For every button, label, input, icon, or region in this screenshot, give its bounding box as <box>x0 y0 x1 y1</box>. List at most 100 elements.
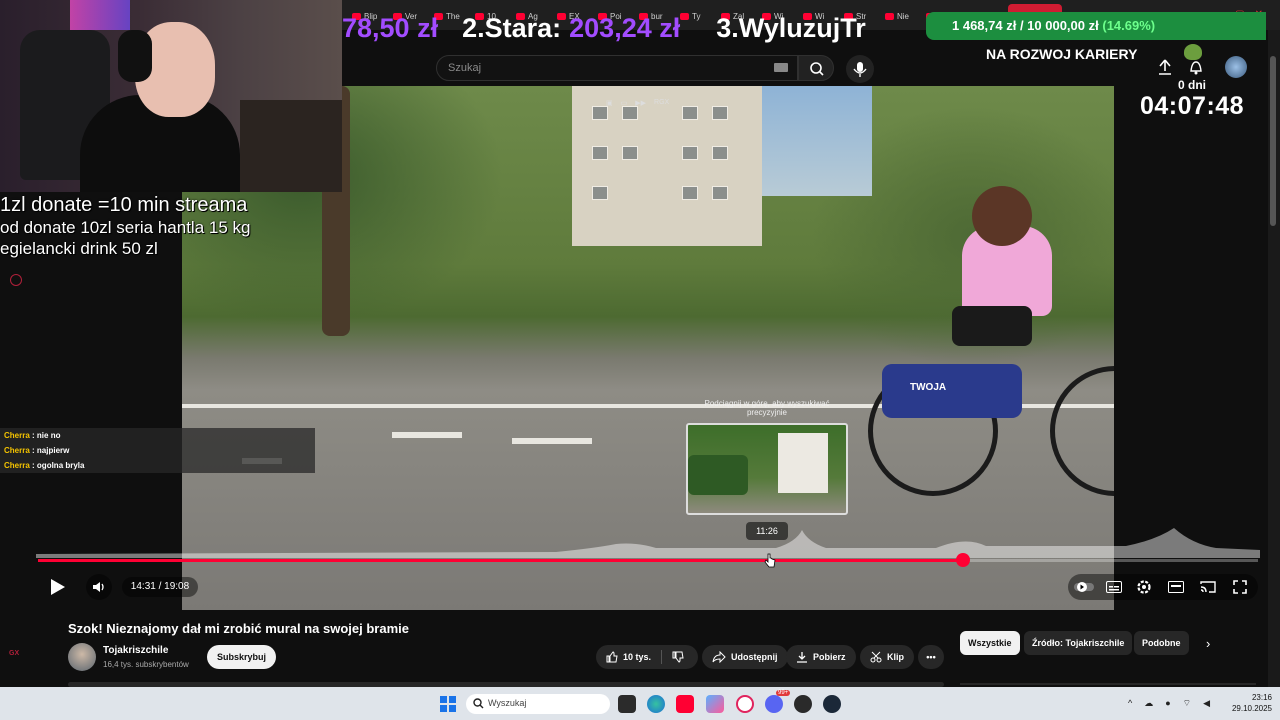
fullscreen-button[interactable] <box>1230 577 1250 597</box>
bike-panel: TWOJA <box>882 364 1022 418</box>
chip-related[interactable]: Podobne <box>1134 631 1189 655</box>
channel-avatar[interactable] <box>68 643 96 671</box>
autoplay-icon <box>1074 582 1094 592</box>
more-icon: ••• <box>926 652 936 662</box>
seek-hint: Podciągnij w górę, aby wyszukiwać precyz… <box>704 399 830 417</box>
theater-icon[interactable]: ▭ <box>621 99 628 111</box>
share-icon <box>712 651 726 663</box>
opera-gx-icon[interactable] <box>736 695 754 713</box>
chat-text: : nie no <box>32 431 61 440</box>
rgx-label: RGX <box>654 99 670 106</box>
ranking-2-label: 2.Stara: <box>462 12 562 43</box>
share-button[interactable]: Udostępnij <box>702 645 788 669</box>
subscriber-count: 16,4 tys. subskrybentów <box>103 660 189 669</box>
settings-overlay-icon <box>10 274 22 286</box>
goal-amount: 1 468,74 zł / 10 000,00 zł <box>952 18 1099 33</box>
more-actions-button[interactable]: ••• <box>918 645 944 669</box>
play-icon <box>51 579 65 595</box>
chip-all[interactable]: Wszystkie <box>960 631 1020 655</box>
upload-icon[interactable] <box>1157 58 1173 76</box>
play-button[interactable] <box>44 574 70 600</box>
progress-scrubber[interactable] <box>956 553 970 567</box>
youtube-app-icon[interactable] <box>676 695 694 713</box>
notifications-icon[interactable] <box>1188 58 1204 76</box>
mic-tray-icon[interactable]: ● <box>1165 698 1170 709</box>
subtitles-button[interactable] <box>1104 577 1124 597</box>
stream-timer: 04:07:48 <box>1140 92 1245 120</box>
steam-icon[interactable] <box>823 695 841 713</box>
search-button[interactable] <box>798 55 834 81</box>
ranking-3-label: 3.WyluzujTr <box>716 12 866 43</box>
mic-icon <box>853 62 867 77</box>
seek-preview-thumbnail <box>686 423 848 515</box>
dislike-button[interactable] <box>672 651 684 663</box>
chips-next-icon[interactable]: › <box>1206 636 1210 651</box>
player-right-controls <box>1068 574 1258 600</box>
taskbar-search[interactable]: Wyszukaj <box>466 694 610 714</box>
autoplay-toggle[interactable] <box>1074 577 1094 597</box>
system-tray: ^ ☁ ● ⌔ ◀ <box>1128 698 1210 709</box>
chevron-up-icon[interactable]: ^ <box>1128 698 1132 709</box>
heatmap-waveform <box>36 528 1260 558</box>
logo-icon: GX <box>9 650 20 657</box>
chat-message: Cherra : najpierw <box>0 443 315 458</box>
pepe-emote-icon <box>1184 44 1202 60</box>
miniplayer-icon <box>1168 581 1184 593</box>
volume-button[interactable] <box>86 574 112 600</box>
task-view-icon[interactable] <box>618 695 636 713</box>
miniplayer-button[interactable] <box>1166 577 1186 597</box>
snipping-icon[interactable] <box>706 695 724 713</box>
gear-icon <box>1137 580 1151 594</box>
fullscreen-icon <box>1233 580 1247 594</box>
taskbar-search-icon <box>473 698 484 709</box>
settings-button[interactable] <box>1134 577 1154 597</box>
speaker-icon[interactable]: ◀ <box>1203 698 1210 709</box>
clock-time: 23:16 <box>1251 693 1272 702</box>
windows-start-icon[interactable] <box>440 696 456 712</box>
taskbar-clock[interactable]: 23:16 29.10.2025 <box>1222 692 1272 714</box>
edge-icon[interactable] <box>647 695 665 713</box>
ranking-2-value: 203,24 zł <box>569 12 681 43</box>
chip-source[interactable]: Źródło: Tojakriszchile <box>1024 631 1133 655</box>
thumbs-down-icon <box>672 651 684 663</box>
cyclist-hair <box>972 186 1032 246</box>
voice-search-button[interactable] <box>846 55 874 83</box>
cast-button[interactable] <box>1198 577 1218 597</box>
account-avatar[interactable] <box>1225 56 1247 78</box>
scrollbar-thumb[interactable] <box>1270 56 1276 226</box>
download-label: Pobierz <box>813 652 846 662</box>
donate-rule-2: od donate 10zl seria hantla 15 kg <box>0 218 251 237</box>
next-icon[interactable]: ▶▶ <box>635 99 646 111</box>
clip-label: Klip <box>887 652 904 662</box>
wifi-icon[interactable]: ⌔ <box>1183 698 1191 709</box>
progress-played <box>38 559 963 562</box>
desk-items <box>240 100 342 192</box>
cloud-icon[interactable]: ☁ <box>1144 698 1153 709</box>
donation-goal: 1 468,74 zł / 10 000,00 zł (14.69%) <box>926 12 1266 40</box>
obs-icon[interactable] <box>794 695 812 713</box>
chat-user: Cherra <box>4 461 30 470</box>
rgb-light <box>70 0 130 30</box>
chat-text: : ogolna bryla <box>32 461 85 470</box>
keyboard-icon[interactable] <box>774 63 788 72</box>
download-button[interactable]: Pobierz <box>786 645 856 669</box>
streamer-webcam <box>0 0 342 192</box>
cyclist-shorts <box>952 306 1032 346</box>
search-input[interactable]: Szukaj <box>436 55 798 81</box>
subscribe-button[interactable]: Subskrybuj <box>207 645 276 669</box>
ranking-1-value: 78,50 zł <box>342 12 439 43</box>
days-counter: 0 dni <box>1178 78 1207 92</box>
discord-icon[interactable] <box>765 695 783 713</box>
miniplayer-icon[interactable]: ▣ <box>606 99 613 111</box>
taskbar <box>0 687 1280 720</box>
channel-name[interactable]: Tojakriszchile <box>103 645 168 656</box>
chat-user: Cherra <box>4 431 30 440</box>
like-button[interactable]: 10 tys. <box>606 651 651 663</box>
search-icon <box>810 62 824 76</box>
scissors-icon <box>870 651 882 663</box>
recommendation-edge <box>960 683 1256 685</box>
clip-button[interactable]: Klip <box>860 645 914 669</box>
share-label: Udostępnij <box>731 652 778 662</box>
donate-rule-3: egielancki drink 50 zl <box>0 239 158 258</box>
stream-chat: Cherra : nie no Cherra : najpierw Cherra… <box>0 428 315 473</box>
